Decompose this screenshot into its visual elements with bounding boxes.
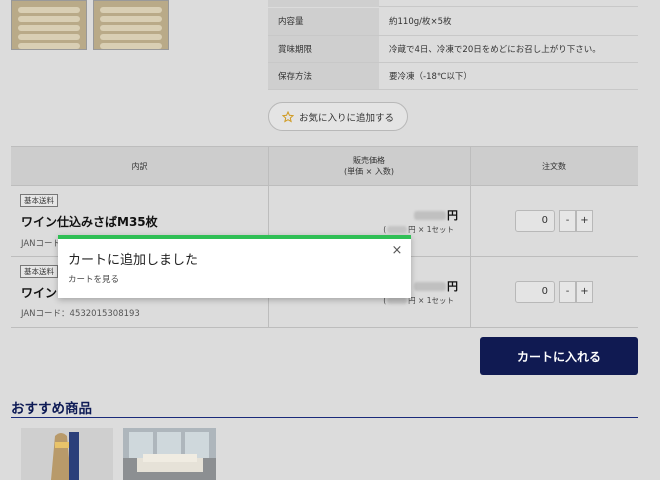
fish-product-image <box>21 428 113 480</box>
quantity-minus-button[interactable]: - <box>559 210 576 232</box>
unit-suffix: 円 × 1セット <box>408 225 454 234</box>
quantity-plus-button[interactable]: + <box>576 210 593 232</box>
spec-table: 内容量 約110g/枚×5枚 賞味期限 冷蔵で4日、冷凍で20日をめどにお召し上… <box>268 8 638 90</box>
header-price-sub: (単価 × 入数) <box>343 167 395 176</box>
quantity-input[interactable]: 0 <box>515 281 555 303</box>
add-to-cart-button[interactable]: カートに入れる <box>480 337 638 375</box>
spec-value: 約110g/枚×5枚 <box>379 8 638 36</box>
recommended-product-image-1[interactable] <box>21 428 113 480</box>
header-item: 内訳 <box>131 161 148 171</box>
product-name[interactable]: ワイン仕込みさばM35枚 <box>21 213 158 230</box>
product-thumbnail-1[interactable] <box>11 0 87 50</box>
spec-key: 保存方法 <box>268 62 379 90</box>
price-redacted <box>414 210 446 220</box>
spec-row: 賞味期限 冷蔵で4日、冷凍で20日をめどにお召し上がり下さい。 <box>268 35 638 63</box>
row-unit-price: ( 円 × 1セット <box>383 224 454 235</box>
quantity-plus-button[interactable]: + <box>576 281 593 303</box>
shipping-tag: 基本送料 <box>20 194 58 207</box>
price-redacted <box>414 281 446 291</box>
paren-open: ( <box>383 225 387 234</box>
view-cart-link[interactable]: カートを見る <box>68 273 119 285</box>
unit-suffix: 円 × 1セット <box>408 296 454 305</box>
product-name[interactable]: ワイン <box>21 284 57 301</box>
spec-table-top <box>268 0 638 7</box>
sofa-product-image <box>123 428 216 480</box>
unit-price-redacted <box>387 226 408 233</box>
add-favorite-label: お気に入りに追加する <box>298 112 394 124</box>
recommended-divider <box>11 417 638 418</box>
price-suffix: 円 <box>447 209 458 222</box>
recommended-title: おすすめ商品 <box>11 401 92 417</box>
order-table-header: 内訳 販売価格 (単価 × 入数) 注文数 <box>11 146 638 186</box>
spec-key: 内容量 <box>268 8 379 36</box>
product-page: 内容量 約110g/枚×5枚 賞味期限 冷蔵で4日、冷凍で20日をめどにお召し上… <box>0 0 660 480</box>
spec-row: 内容量 約110g/枚×5枚 <box>268 8 638 36</box>
cart-added-toast: カートに追加しました カートを見る × <box>58 235 411 298</box>
price-suffix: 円 <box>447 280 458 293</box>
spec-value: 要冷凍（-18℃以下） <box>379 62 638 90</box>
row-price: 円 <box>414 207 458 223</box>
header-price-label: 販売価格 <box>353 156 385 165</box>
header-price: 販売価格 (単価 × 入数) <box>268 147 470 185</box>
add-favorite-button[interactable]: お気に入りに追加する <box>268 102 408 131</box>
spec-value: 冷蔵で4日、冷凍で20日をめどにお召し上がり下さい。 <box>379 35 638 63</box>
product-thumbnail-2[interactable] <box>93 0 169 50</box>
unit-price-redacted <box>387 297 408 304</box>
shipping-tag: 基本送料 <box>20 265 58 278</box>
spec-key: 賞味期限 <box>268 35 379 63</box>
spec-row: 保存方法 要冷凍（-18℃以下） <box>268 62 638 90</box>
quantity-minus-button[interactable]: - <box>559 281 576 303</box>
quantity-input[interactable]: 0 <box>515 210 555 232</box>
toast-title: カートに追加しました <box>68 253 199 268</box>
header-qty: 注文数 <box>542 161 566 171</box>
jan-code: JANコード：4532015308193 <box>21 309 140 319</box>
row-price: 円 <box>414 278 458 294</box>
star-icon <box>281 110 294 123</box>
recommended-product-image-2[interactable] <box>123 428 216 480</box>
close-icon[interactable]: × <box>391 244 403 257</box>
